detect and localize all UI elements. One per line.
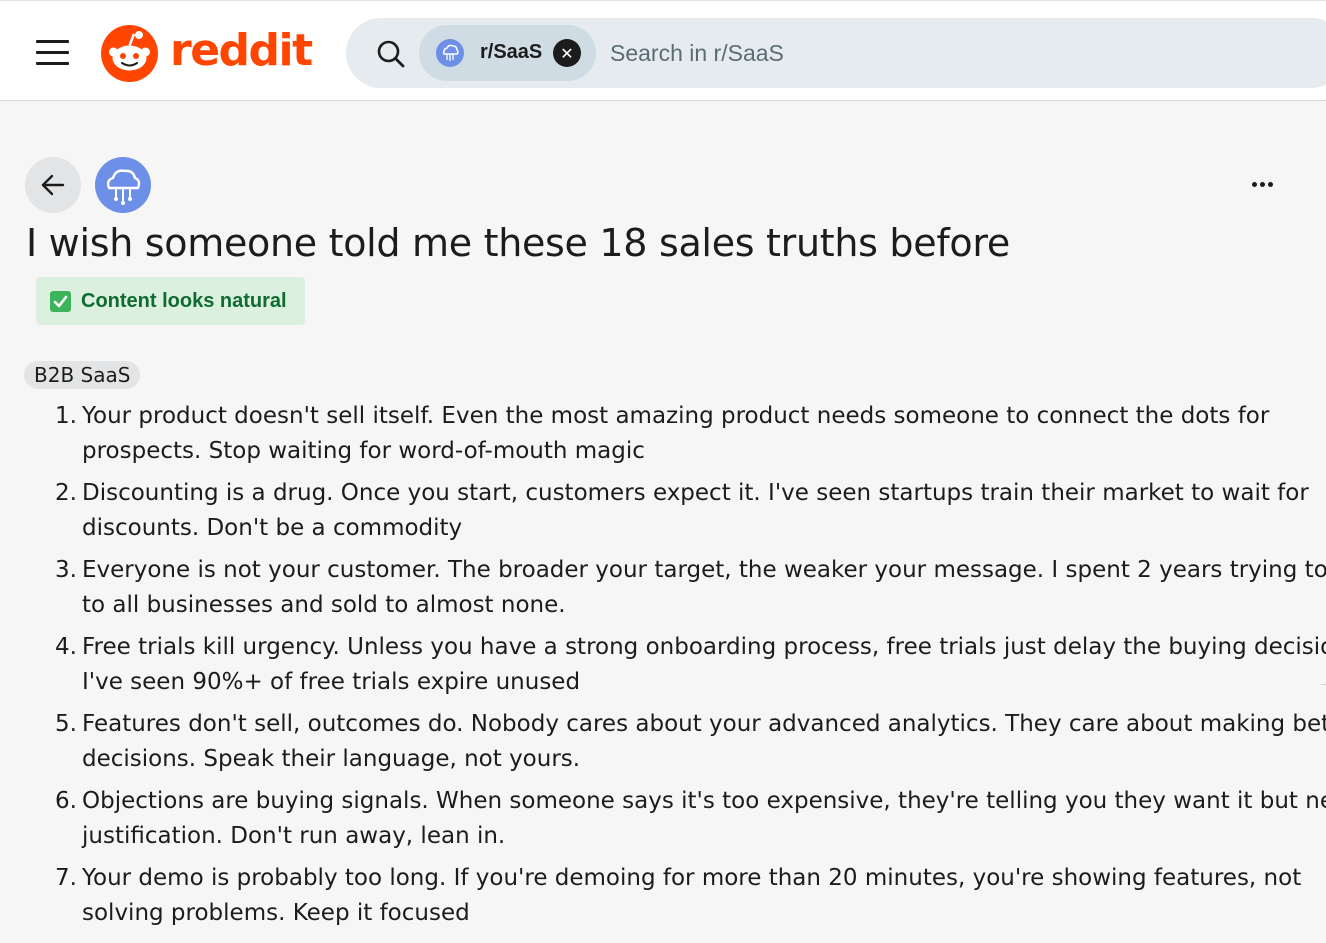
subreddit-avatar-icon <box>436 39 464 67</box>
subreddit-chip-label: r/SaaS <box>480 41 543 63</box>
list-number: 7. <box>55 865 77 891</box>
checkmark-icon <box>50 291 71 312</box>
subreddit-scope-chip[interactable]: r/SaaS ✕ <box>419 25 596 81</box>
arrow-left-icon <box>41 174 65 196</box>
list-number: 1. <box>55 403 77 429</box>
search-bar[interactable]: r/SaaS ✕ Search in r/SaaS <box>346 18 1326 88</box>
list-item: 2. Discounting is a drug. Once you start… <box>55 476 1309 546</box>
list-number: 6. <box>55 788 77 814</box>
list-text: solving problems. Keep it focused <box>82 900 470 926</box>
list-text: discounts. Don't be a commodity <box>82 515 463 541</box>
list-text: justification. Don't run away, lean in. <box>82 823 506 849</box>
post-title: I wish someone told me these 18 sales tr… <box>26 221 1010 265</box>
badge-label: Content looks natural <box>81 290 287 312</box>
back-button[interactable] <box>25 157 81 213</box>
list-text: I've seen 90%+ of free trials expire unu… <box>82 669 581 695</box>
list-text: Objections are buying signals. When some… <box>82 788 1326 814</box>
list-text: decisions. Speak their language, not you… <box>82 746 581 772</box>
list-item: 5. Features don't sell, outcomes do. Nob… <box>55 707 1326 777</box>
list-item: 7. Your demo is probably too long. If yo… <box>55 861 1302 931</box>
list-number: 3. <box>55 557 77 583</box>
menu-icon[interactable] <box>36 38 70 66</box>
list-text: Your demo is probably too long. If you'r… <box>82 865 1302 891</box>
reddit-snoo-icon <box>101 25 158 82</box>
list-number: 5. <box>55 711 77 737</box>
list-number: 2. <box>55 480 77 506</box>
list-text: prospects. Stop waiting for word-of-mout… <box>82 438 645 464</box>
search-icon <box>377 40 405 68</box>
list-item: 1. Your product doesn't sell itself. Eve… <box>55 399 1295 469</box>
list-item: 6. Objections are buying signals. When s… <box>55 784 1326 854</box>
list-item: 4. Free trials kill urgency. Unless you … <box>55 630 1326 700</box>
list-text: Free trials kill urgency. Unless you hav… <box>82 634 1326 660</box>
list-text: Features don't sell, outcomes do. Nobody… <box>82 711 1326 737</box>
close-icon[interactable]: ✕ <box>553 39 581 67</box>
list-text: Discounting is a drug. Once you start, c… <box>82 480 1309 506</box>
top-navigation-bar: reddit r/SaaS ✕ Search in r/SaaS <box>0 0 1326 101</box>
subreddit-avatar[interactable] <box>95 157 151 213</box>
post-flair[interactable]: B2B SaaS <box>24 361 141 389</box>
divider <box>1321 684 1326 685</box>
reddit-logo[interactable]: reddit <box>101 24 313 82</box>
search-input[interactable]: Search in r/SaaS <box>610 40 784 67</box>
list-text: Everyone is not your customer. The broad… <box>82 557 1326 583</box>
post-body-list: 1. Your product doesn't sell itself. Eve… <box>55 399 1326 938</box>
reddit-wordmark: reddit <box>170 24 313 76</box>
list-number: 4. <box>55 634 77 660</box>
more-options-button[interactable] <box>1245 172 1281 196</box>
list-item: 3. Everyone is not your customer. The br… <box>55 553 1326 623</box>
list-text: Your product doesn't sell itself. Even t… <box>82 403 1270 429</box>
content-status-badge: Content looks natural <box>36 277 305 325</box>
list-text: to all businesses and sold to almost non… <box>82 592 566 618</box>
